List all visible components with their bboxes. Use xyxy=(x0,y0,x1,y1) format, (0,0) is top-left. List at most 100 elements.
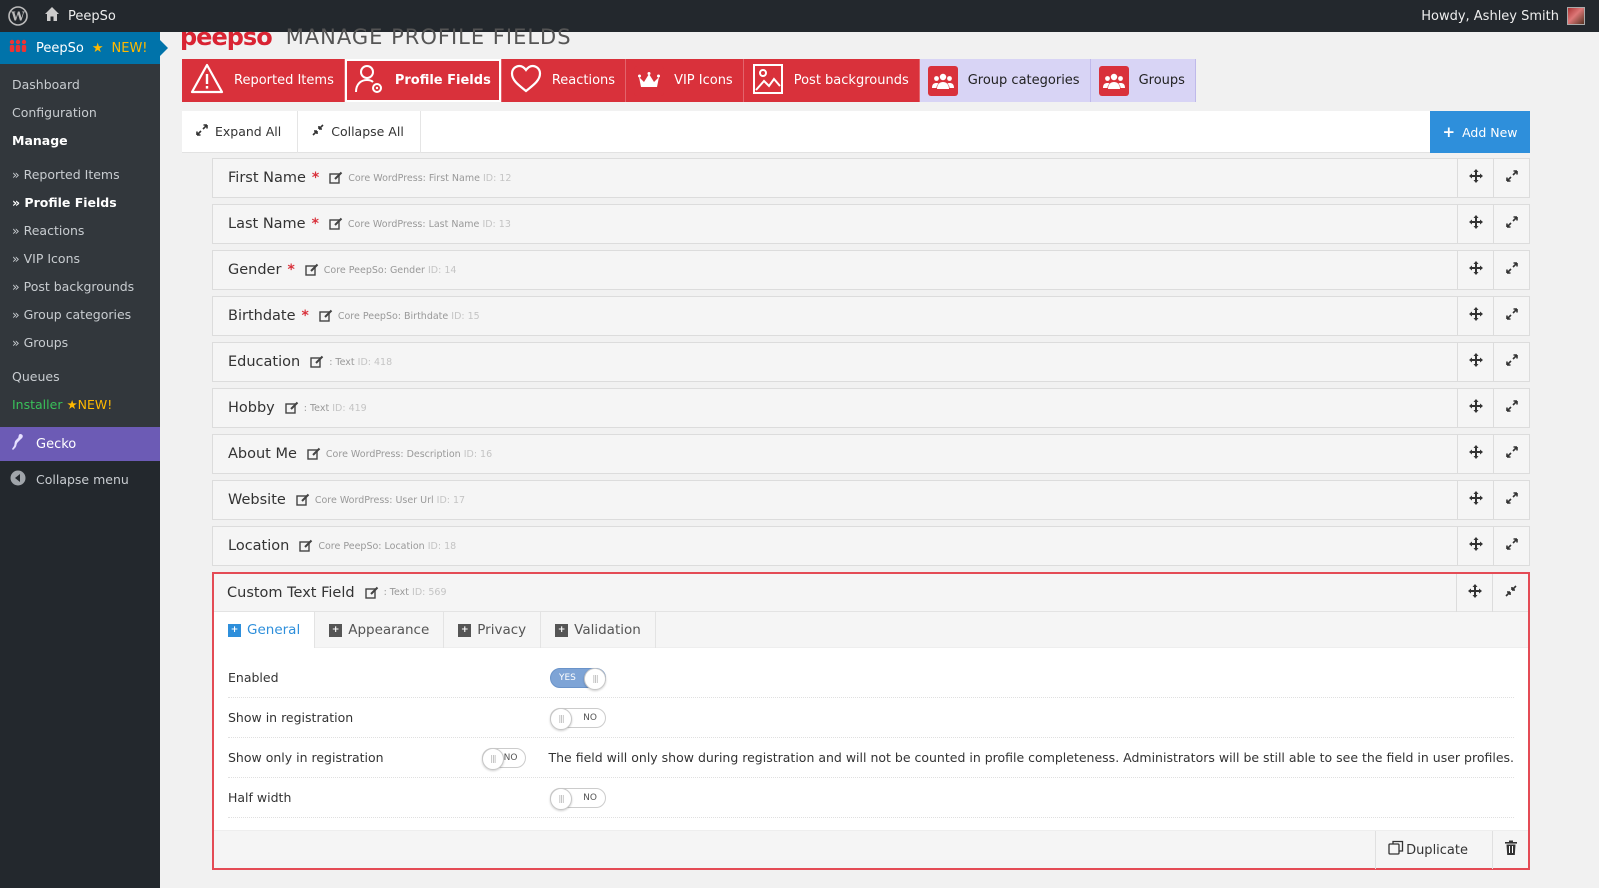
edit-icon[interactable] xyxy=(329,217,343,231)
edit-icon[interactable] xyxy=(307,447,321,461)
expand-field-button[interactable] xyxy=(1493,251,1529,289)
duplicate-button[interactable]: Duplicate xyxy=(1375,831,1480,869)
field-row[interactable]: Gender * Core PeepSo: Gender ID: 14 xyxy=(212,250,1530,290)
collapse-menu-button[interactable]: Collapse menu xyxy=(0,461,160,497)
expand-icon xyxy=(196,124,208,139)
tab-post-backgrounds[interactable]: Post backgrounds xyxy=(743,59,920,102)
field-id: ID: 12 xyxy=(482,172,512,184)
expand-all-button[interactable]: Expand All xyxy=(182,110,299,153)
toggle-knob-icon: ||| xyxy=(550,707,572,730)
move-handle[interactable] xyxy=(1457,251,1493,289)
move-handle[interactable] xyxy=(1457,435,1493,473)
collapse-arrow-icon xyxy=(10,470,26,489)
field-header[interactable]: Custom Text Field : Text ID: 569 xyxy=(214,574,1528,612)
required-marker: * xyxy=(311,216,319,232)
expand-field-button[interactable] xyxy=(1493,527,1529,565)
expand-field-button[interactable] xyxy=(1493,343,1529,381)
field-row[interactable]: Birthdate * Core PeepSo: Birthdate ID: 15 xyxy=(212,296,1530,336)
menu-item-dashboard[interactable]: Dashboard xyxy=(0,71,160,99)
peepso-submenu: Dashboard Configuration Manage » Reporte… xyxy=(0,64,160,427)
tab-vip-icons[interactable]: VIP Icons xyxy=(626,59,744,102)
edit-icon[interactable] xyxy=(364,586,379,600)
edit-icon[interactable] xyxy=(305,263,319,277)
field-meta: : Text ID: 569 xyxy=(384,587,447,598)
add-new-button[interactable]: + Add New xyxy=(1430,111,1530,153)
move-handle[interactable] xyxy=(1457,159,1493,197)
edit-icon[interactable] xyxy=(285,401,299,415)
user-account-menu[interactable]: Howdy, Ashley Smith xyxy=(1421,0,1585,32)
move-handle[interactable] xyxy=(1456,574,1492,612)
menu-item-post-backgrounds[interactable]: » Post backgrounds xyxy=(0,273,160,301)
menu-item-configuration[interactable]: Configuration xyxy=(0,99,160,127)
field-row[interactable]: First Name * Core WordPress: First Name ID… xyxy=(212,158,1530,198)
group-icon xyxy=(1098,65,1129,96)
field-row[interactable]: Website Core WordPress: User Url ID: 17 xyxy=(212,480,1530,520)
settings-square-icon: + xyxy=(555,623,569,637)
site-name-link[interactable]: PeepSo xyxy=(44,6,116,26)
expand-icon xyxy=(1505,170,1518,186)
menu-item-reactions[interactable]: » Reactions xyxy=(0,217,160,245)
expand-field-button[interactable] xyxy=(1493,297,1529,335)
expand-field-button[interactable] xyxy=(1493,435,1529,473)
menu-peepso[interactable]: PeepSo ★ NEW! xyxy=(0,32,168,64)
field-row[interactable]: Last Name * Core WordPress: Last Name ID: … xyxy=(212,204,1530,244)
edit-icon[interactable] xyxy=(310,355,324,369)
tab-reported-items[interactable]: Reported Items xyxy=(182,59,345,102)
menu-item-groups[interactable]: » Groups xyxy=(0,329,160,357)
field-row[interactable]: About Me Core WordPress: Description ID: … xyxy=(212,434,1530,474)
home-icon xyxy=(44,6,60,26)
field-type: Core PeepSo: Gender xyxy=(323,264,425,276)
menu-item-reported-items[interactable]: » Reported Items xyxy=(0,161,160,189)
menu-item-manage[interactable]: Manage xyxy=(0,127,160,155)
menu-item-group-categories[interactable]: » Group categories xyxy=(0,301,160,329)
setting-row: Show only in registration ||| NO The field … xyxy=(228,738,1514,778)
move-handle[interactable] xyxy=(1457,389,1493,427)
subtab-general[interactable]: + General xyxy=(214,612,316,648)
subtab-label: Appearance xyxy=(348,622,430,638)
page-title: MANAGE PROFILE FIELDS xyxy=(285,25,572,49)
field-row[interactable]: Hobby: Text ID: 419 xyxy=(212,388,1530,428)
menu-item-vip-icons[interactable]: » VIP Icons xyxy=(0,245,160,273)
subtab-label: General xyxy=(247,622,301,638)
expand-field-button[interactable] xyxy=(1493,389,1529,427)
user-gear-icon xyxy=(353,63,385,99)
toggle-switch[interactable]: ||| YES xyxy=(550,667,606,690)
expand-field-button[interactable] xyxy=(1493,159,1529,197)
expand-field-button[interactable] xyxy=(1493,481,1529,519)
settings-square-icon: + xyxy=(458,623,472,637)
menu-item-installer[interactable]: Installer ★NEW! xyxy=(0,391,160,419)
field-name: Gender xyxy=(228,262,282,278)
tab-profile-fields[interactable]: Profile Fields xyxy=(344,59,502,102)
subtab-privacy[interactable]: + Privacy xyxy=(444,612,542,648)
tab-groups[interactable]: Groups xyxy=(1090,59,1196,102)
toggle-knob-icon: ||| xyxy=(481,747,504,770)
toggle-switch[interactable]: ||| NO xyxy=(481,747,527,770)
menu-gecko[interactable]: Gecko xyxy=(0,427,160,461)
edit-icon[interactable] xyxy=(299,539,313,553)
field-row[interactable]: Location Core PeepSo: Location ID: 18 xyxy=(212,526,1530,566)
move-handle[interactable] xyxy=(1457,297,1493,335)
move-handle[interactable] xyxy=(1457,205,1493,243)
star-icon: ★ xyxy=(66,397,78,412)
wordpress-logo-icon[interactable]: W xyxy=(2,0,34,32)
field-row[interactable]: Education: Text ID: 418 xyxy=(212,342,1530,382)
move-handle[interactable] xyxy=(1457,481,1493,519)
expand-field-button[interactable] xyxy=(1493,205,1529,243)
menu-item-profile-fields[interactable]: » Profile Fields xyxy=(0,189,160,217)
toggle-switch[interactable]: ||| NO xyxy=(550,787,606,810)
toggle-switch[interactable]: ||| NO xyxy=(550,707,606,730)
edit-icon[interactable] xyxy=(329,171,343,185)
move-handle[interactable] xyxy=(1457,343,1493,381)
menu-item-queues[interactable]: Queues xyxy=(0,363,160,391)
subtab-validation[interactable]: + Validation xyxy=(541,612,656,648)
howdy-text: Howdy, Ashley Smith xyxy=(1421,8,1559,24)
subtab-appearance[interactable]: + Appearance xyxy=(315,612,445,648)
collapse-all-button[interactable]: Collapse All xyxy=(298,110,421,153)
edit-icon[interactable] xyxy=(296,493,310,507)
tab-reactions[interactable]: Reactions xyxy=(501,59,627,102)
edit-icon[interactable] xyxy=(319,309,333,323)
move-handle[interactable] xyxy=(1457,527,1493,565)
delete-button[interactable] xyxy=(1492,831,1528,869)
collapse-field-button[interactable] xyxy=(1492,574,1528,612)
tab-group-categories[interactable]: Group categories xyxy=(919,59,1091,102)
